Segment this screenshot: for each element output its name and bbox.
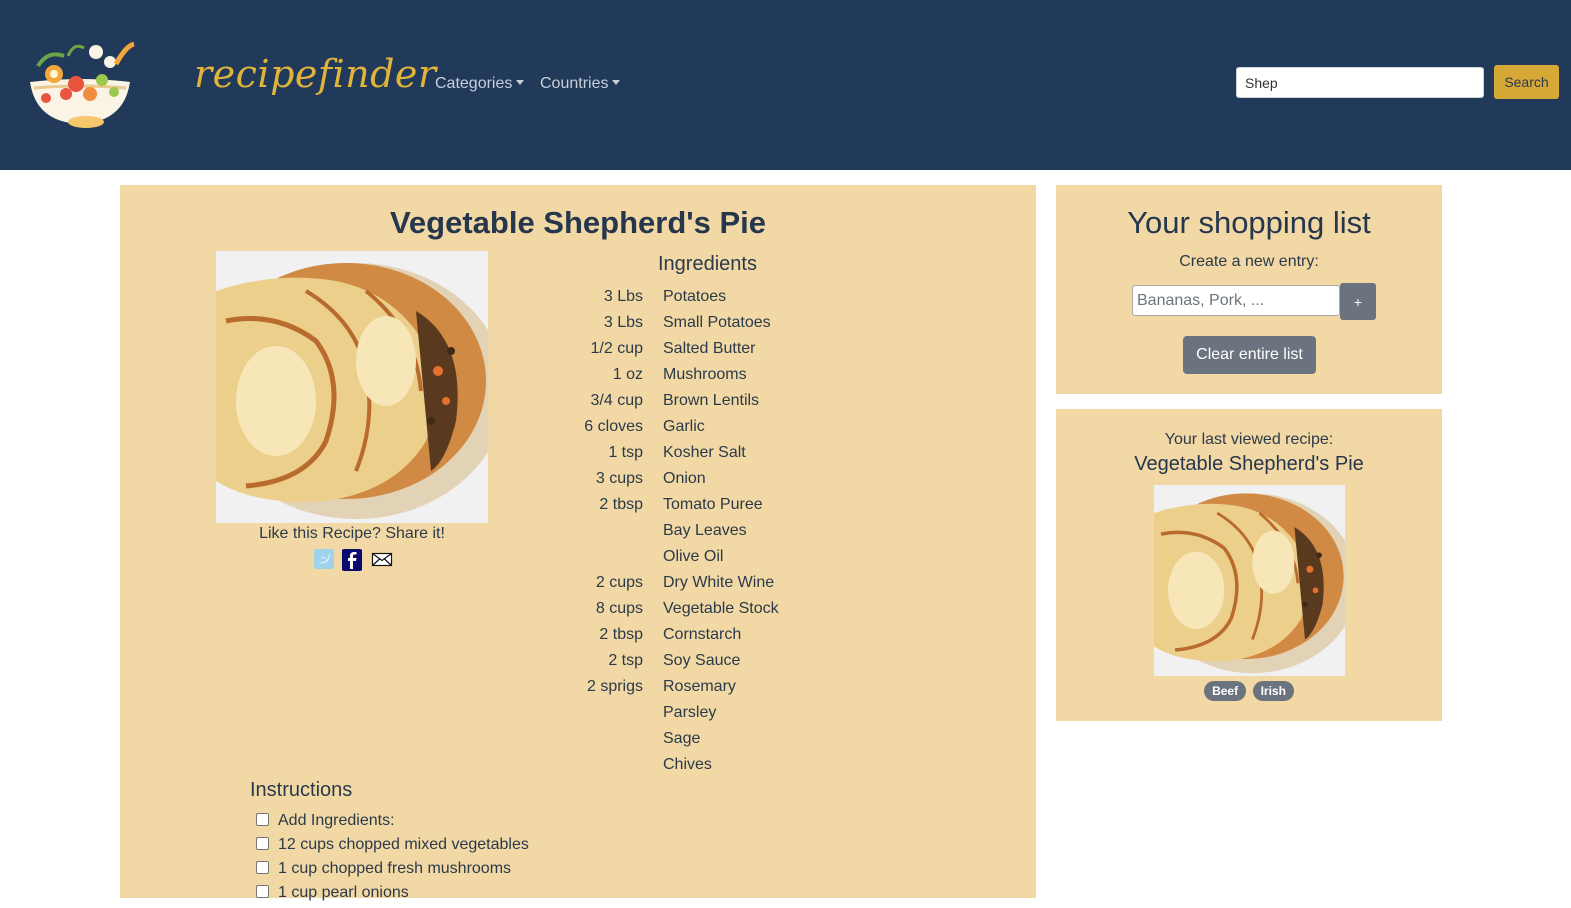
ingredient-name: Olive Oil [663, 548, 724, 565]
ingredient-row: 2 tbsp Cornstarch [120, 626, 1036, 652]
nav-countries-dropdown[interactable]: Countries [540, 75, 621, 93]
ingredient-row: 2 cups Dry White Wine [120, 574, 1036, 600]
step-checkbox[interactable] [256, 837, 269, 850]
ingredient-quantity: 2 tsp [608, 652, 643, 669]
ingredient-row: Bay Leaves [120, 522, 1036, 548]
instruction-step: 1 cup chopped fresh mushrooms [256, 860, 511, 884]
add-entry-button[interactable]: + [1340, 283, 1376, 320]
ingredient-name: Bay Leaves [663, 522, 747, 539]
ingredient-name: Mushrooms [663, 366, 747, 383]
nav-countries-label: Countries [540, 75, 609, 92]
tag-badge[interactable]: Irish [1252, 681, 1294, 701]
last-viewed-title[interactable]: Vegetable Shepherd's Pie [1056, 453, 1442, 476]
ingredient-quantity: 1 oz [612, 366, 643, 383]
ingredient-row: Parsley [120, 704, 1036, 730]
instruction-text: 1 cup chopped fresh mushrooms [278, 860, 512, 877]
ingredient-quantity: 8 cups [595, 600, 643, 617]
ingredient-name: Potatoes [663, 288, 727, 305]
instruction-step: 1 cup pearl onions [256, 884, 409, 908]
clear-list-button[interactable]: Clear entire list [1183, 336, 1316, 374]
search-input[interactable] [1236, 67, 1484, 98]
ingredient-quantity: 3/4 cup [590, 392, 643, 409]
ingredient-row: 3 Lbs Potatoes [120, 288, 1036, 314]
ingredient-name: Vegetable Stock [663, 600, 779, 617]
ingredient-name: Soy Sauce [663, 652, 741, 669]
shopping-entry-input[interactable] [1132, 285, 1340, 316]
recipe-panel: Vegetable Shepherd's Pie Like this Recip… [120, 185, 1036, 901]
ingredient-name: Sage [663, 730, 701, 747]
ingredient-quantity: 3 Lbs [603, 314, 643, 331]
ingredient-name: Dry White Wine [663, 574, 775, 591]
ingredient-name: Salted Butter [663, 340, 756, 357]
ingredient-name: Kosher Salt [663, 444, 746, 461]
ingredient-quantity: 3 cups [595, 470, 643, 487]
ingredient-row: 1 oz Mushrooms [120, 366, 1036, 392]
recipe-title: Vegetable Shepherd's Pie [389, 205, 767, 240]
ingredient-row: 3/4 cup Brown Lentils [120, 392, 1036, 418]
instruction-step: 12 cups chopped mixed vegetables [256, 836, 529, 860]
ingredient-quantity: 2 tbsp [599, 626, 643, 643]
ingredient-name: Garlic [663, 418, 705, 435]
ingredient-row: Olive Oil [120, 548, 1036, 574]
ingredient-row: 1/2 cup Salted Butter [120, 340, 1036, 366]
nav-categories-dropdown[interactable]: Categories [435, 75, 525, 93]
ingredients-heading: Ingredients [658, 253, 757, 275]
last-viewed-image[interactable] [1154, 485, 1345, 676]
ingredient-row: 2 tbsp Tomato Puree [120, 496, 1036, 522]
step-checkbox[interactable] [256, 813, 269, 826]
logo-icon[interactable] [24, 36, 136, 128]
nav-categories-label: Categories [435, 75, 513, 92]
ingredient-name: Cornstarch [663, 626, 742, 643]
ingredient-quantity: 2 tbsp [599, 496, 643, 513]
ingredient-quantity: 6 cloves [584, 418, 643, 435]
ingredient-name: Brown Lentils [663, 392, 760, 409]
step-checkbox[interactable] [256, 885, 269, 898]
ingredient-quantity: 1 tsp [608, 444, 643, 461]
instruction-text: Add Ingredients: [278, 812, 395, 829]
search-button[interactable]: Search [1494, 65, 1559, 99]
ingredient-name: Small Potatoes [663, 314, 771, 331]
ingredient-name: Tomato Puree [663, 496, 763, 513]
ingredient-quantity: 1/2 cup [590, 340, 643, 357]
shopping-list-card: Your shopping list Create a new entry: +… [1056, 185, 1442, 394]
instruction-text: 1 cup pearl onions [278, 884, 409, 901]
last-viewed-card: Your last viewed recipe: Vegetable Sheph… [1056, 409, 1442, 721]
ingredient-name: Rosemary [663, 678, 736, 695]
ingredient-row: 3 cups Onion [120, 470, 1036, 496]
ingredient-row: Sage [120, 730, 1036, 756]
instruction-text: 12 cups chopped mixed vegetables [278, 836, 529, 853]
ingredient-name: Chives [663, 756, 712, 773]
ingredient-name: Parsley [663, 704, 717, 721]
caret-down-icon [516, 80, 525, 85]
ingredient-row: 2 sprigs Rosemary [120, 678, 1036, 704]
ingredient-row: 2 tsp Soy Sauce [120, 652, 1036, 678]
ingredient-row: 1 tsp Kosher Salt [120, 444, 1036, 470]
last-viewed-subtitle: Your last viewed recipe: [1164, 431, 1334, 448]
ingredient-name: Onion [663, 470, 706, 487]
ingredient-quantity: 2 cups [595, 574, 643, 591]
ingredient-quantity: 2 sprigs [586, 678, 643, 695]
shopping-list-title: Your shopping list [1127, 205, 1371, 240]
step-checkbox[interactable] [256, 861, 269, 874]
ingredient-row: 8 cups Vegetable Stock [120, 600, 1036, 626]
tag-badge[interactable]: Beef [1204, 681, 1247, 701]
shopping-list-subtitle: Create a new entry: [1179, 253, 1319, 270]
brand-logo-text[interactable]: recipefinder [194, 52, 437, 96]
instructions-heading: Instructions [250, 779, 353, 801]
ingredient-quantity: 3 Lbs [603, 288, 643, 305]
recipe-tags: Beef Irish [1056, 681, 1442, 701]
navbar: recipefinder Categories Countries Search [0, 0, 1571, 170]
instruction-step: Add Ingredients: [256, 812, 395, 836]
caret-down-icon [612, 80, 621, 85]
ingredient-row: 3 Lbs Small Potatoes [120, 314, 1036, 340]
ingredient-row: 6 cloves Garlic [120, 418, 1036, 444]
